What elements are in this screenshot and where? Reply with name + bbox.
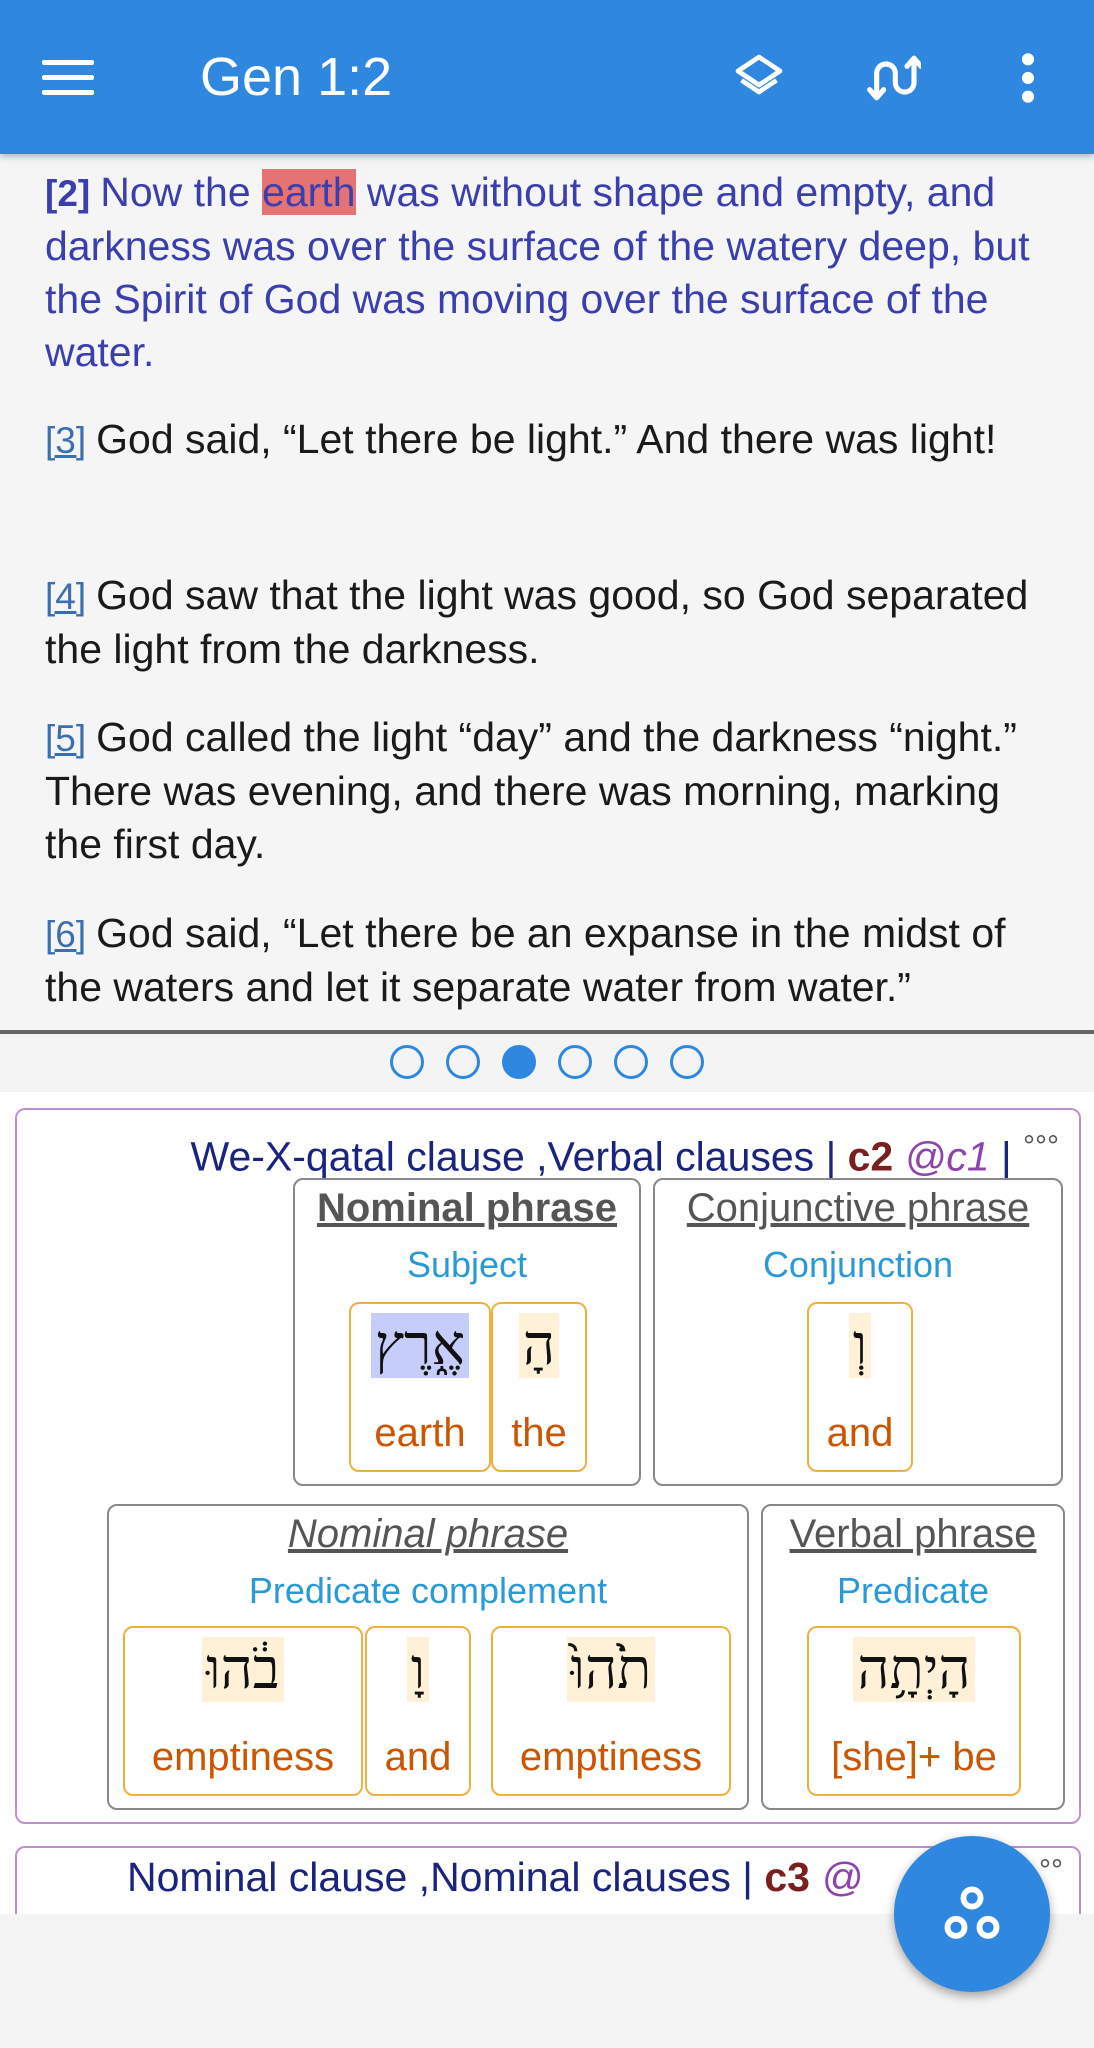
clause-id: c2 (847, 1133, 894, 1180)
page-dot[interactable] (390, 1045, 424, 1079)
menu-button[interactable] (42, 44, 112, 110)
hebrew-word: וְ (809, 1308, 911, 1384)
page-dot[interactable] (446, 1045, 480, 1079)
word-gloss: and (384, 1735, 452, 1779)
word-gloss: the (511, 1411, 567, 1455)
page-title[interactable]: Gen 1:2 (200, 42, 392, 112)
word-gloss: emptiness (519, 1735, 703, 1779)
phrase-type: Nominal phrase (316, 1186, 618, 1230)
hebrew-word: אֶ֑רֶץ (351, 1308, 489, 1384)
phrase-function: Conjunction (762, 1244, 954, 1285)
verse-5[interactable]: [5] God called the light “day” and the da… (45, 711, 1055, 871)
word-gloss: emptiness (151, 1735, 335, 1779)
phrase-type: Nominal phrase (287, 1512, 569, 1556)
menu-icon-line (42, 74, 94, 80)
menu-icon-line (42, 59, 94, 65)
more-vert-icon (1021, 53, 1035, 103)
word-and[interactable]: וָ and (365, 1626, 471, 1796)
hebrew-word: הָ (493, 1308, 585, 1384)
page-dot[interactable] (558, 1045, 592, 1079)
word-gloss: and (826, 1411, 894, 1455)
page-dot[interactable] (670, 1045, 704, 1079)
verse-6[interactable]: [6] God said, “Let there be an expanse in… (45, 907, 1055, 1014)
verse-number[interactable]: [4] (45, 576, 86, 617)
more-options-button[interactable] (990, 40, 1066, 116)
more-options[interactable]: °°° (1023, 1130, 1059, 1163)
phrase-function: Predicate complement (248, 1570, 608, 1611)
layers-button[interactable] (721, 40, 797, 116)
clause-label: Nominal clause ,Nominal clauses (127, 1854, 731, 1900)
verse-number[interactable]: [3] (45, 420, 86, 461)
word-gloss: earth (374, 1411, 466, 1455)
page-dot[interactable] (614, 1045, 648, 1079)
phrase-predicate-complement[interactable]: Nominal phrase Predicate complement בֹ֔ה… (107, 1504, 749, 1810)
menu-icon-line (42, 89, 94, 95)
syntax-tree-fab[interactable] (894, 1836, 1050, 1992)
page-indicator (0, 1045, 1094, 1085)
word-emptiness[interactable]: תֹ֙הוּ֙ emptiness (491, 1626, 731, 1796)
word-the[interactable]: הָ the (491, 1302, 587, 1472)
app-bar: Gen 1:2 (0, 0, 1094, 154)
phrase-type: Conjunctive phrase (686, 1186, 1030, 1230)
pane-divider[interactable] (0, 1030, 1094, 1034)
phrase-subject[interactable]: Nominal phrase Subject אֶ֑רֶץ earth הָ t… (293, 1178, 641, 1486)
verse-3[interactable]: [3] God said, “Let there be light.” And t… (45, 413, 1055, 467)
phrase-type: Verbal phrase (789, 1512, 1037, 1556)
clause-ref[interactable]: @c1 (893, 1134, 990, 1180)
bible-text-pane[interactable]: [2] Now the earth was without shape and e… (0, 154, 1094, 1034)
syntax-pane[interactable]: We-X-qatal clause ,Verbal clauses | c2 @… (0, 1092, 1094, 1914)
phrase-function: Predicate (836, 1570, 990, 1611)
sync-button[interactable] (855, 40, 931, 116)
verse-text: God saw that the light was good, so God … (45, 572, 1029, 672)
hebrew-word: וָ (367, 1632, 469, 1708)
verse-number[interactable]: [5] (45, 718, 86, 759)
clause-header[interactable]: Nominal clause ,Nominal clauses | c3 @ (127, 1854, 863, 1901)
phrase-predicate[interactable]: Verbal phrase Predicate הָיְתָ֥ה [she]+ … (761, 1504, 1065, 1810)
word-emptiness[interactable]: בֹ֔הוּ emptiness (123, 1626, 363, 1796)
verse-number[interactable]: [6] (45, 914, 86, 955)
clause-id: c3 (764, 1854, 810, 1900)
clause-ref[interactable]: @ (810, 1854, 863, 1900)
highlighted-word[interactable]: earth (262, 169, 356, 215)
page-dot-active[interactable] (502, 1045, 536, 1079)
tree-nodes-icon (944, 1886, 1000, 1939)
verse-text: God said, “Let there be light.” And ther… (96, 416, 997, 462)
phrase-conjunction[interactable]: Conjunctive phrase Conjunction וְ and (653, 1178, 1063, 1486)
verse-4[interactable]: [4] God saw that the light was good, so G… (45, 569, 1055, 676)
verse-2[interactable]: [2] Now the earth was without shape and e… (45, 166, 1055, 379)
word-earth[interactable]: אֶ֑רֶץ earth (349, 1302, 491, 1472)
phrase-function: Subject (406, 1244, 528, 1285)
separator: | (814, 1133, 848, 1180)
clause-label: We-X-qatal clause ,Verbal clauses (190, 1133, 815, 1180)
verse-text: Now the (100, 169, 263, 215)
hebrew-word: הָיְתָ֥ה (809, 1632, 1019, 1708)
word-gloss: [she]+ be (831, 1735, 997, 1779)
word-and[interactable]: וְ and (807, 1302, 913, 1472)
hebrew-word: תֹ֙הוּ֙ (493, 1632, 729, 1708)
verse-number[interactable]: [2] (45, 173, 90, 214)
layers-icon (735, 54, 783, 95)
sync-icon (867, 55, 921, 101)
separator: | (989, 1133, 1023, 1180)
separator: | (730, 1854, 765, 1900)
verse-text: God said, “Let there be an expanse in th… (45, 910, 1006, 1010)
verse-text: God called the light “day” and the darkn… (45, 714, 1017, 867)
hebrew-word: בֹ֔הוּ (125, 1632, 361, 1708)
word-be[interactable]: הָיְתָ֥ה [she]+ be (807, 1626, 1021, 1796)
clause-header[interactable]: We-X-qatal clause ,Verbal clauses | c2 @… (191, 1130, 1059, 1181)
clause-card[interactable]: We-X-qatal clause ,Verbal clauses | c2 @… (15, 1108, 1081, 1824)
